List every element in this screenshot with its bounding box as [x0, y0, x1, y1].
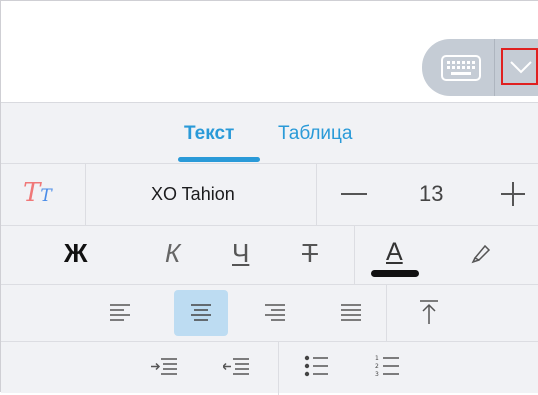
tab-selected-indicator: [178, 157, 260, 162]
align-top-icon[interactable]: [420, 299, 438, 325]
align-right-icon[interactable]: [265, 303, 285, 321]
format-panel: Текст Таблица TT XO Tahion 13 Ж К Ч Т А: [1, 102, 538, 395]
tab-table[interactable]: Таблица: [278, 123, 353, 145]
text-style-icon-small: T: [40, 186, 52, 206]
alignment-row: [1, 284, 538, 342]
indent-decrease-icon[interactable]: [223, 357, 249, 377]
tab-text[interactable]: Текст: [184, 123, 234, 145]
svg-text:3: 3: [375, 371, 379, 378]
align-justify-icon[interactable]: [341, 303, 361, 321]
strikethrough-button[interactable]: Т: [302, 238, 318, 269]
svg-text:2: 2: [375, 363, 379, 370]
numbered-list-icon[interactable]: 123: [375, 354, 399, 378]
marker-icon[interactable]: [471, 242, 493, 264]
text-style-icon: T: [23, 178, 41, 208]
keyboard-button[interactable]: [441, 55, 481, 81]
text-format-row: Ж К Ч Т А: [1, 225, 538, 285]
font-row: TT XO Tahion 13: [1, 163, 538, 226]
keyboard-toolbar-divider: [494, 39, 495, 96]
underline-button[interactable]: Ч: [232, 238, 249, 269]
italic-button[interactable]: К: [165, 238, 180, 269]
text-color-button[interactable]: А: [386, 238, 403, 267]
keyboard-icon: [441, 55, 481, 81]
divider: [85, 164, 86, 226]
format-tabs: Текст Таблица: [1, 103, 538, 163]
chevron-down-icon: [510, 61, 532, 74]
text-style-button[interactable]: TT: [23, 178, 52, 208]
font-name-button[interactable]: XO Tahion: [151, 184, 235, 205]
bullet-list-icon[interactable]: [304, 354, 328, 378]
screen-frame: Текст Таблица TT XO Tahion 13 Ж К Ч Т А: [0, 0, 538, 395]
bold-button[interactable]: Ж: [64, 238, 88, 269]
align-center-icon[interactable]: [191, 303, 211, 321]
font-size-value: 13: [419, 181, 444, 206]
divider: [278, 342, 279, 395]
divider: [354, 226, 355, 285]
hide-keyboard-button[interactable]: [501, 48, 538, 85]
document-area[interactable]: [1, 1, 538, 102]
decrease-font-size-button[interactable]: [341, 193, 367, 195]
divider: [386, 285, 387, 342]
align-left-icon[interactable]: [110, 303, 130, 321]
indent-increase-icon[interactable]: [151, 357, 177, 377]
list-indent-row: 123: [1, 341, 538, 395]
text-color-swatch: [371, 270, 419, 277]
divider: [316, 164, 317, 226]
svg-text:1: 1: [375, 355, 379, 362]
increase-font-size-button[interactable]: [501, 182, 525, 206]
